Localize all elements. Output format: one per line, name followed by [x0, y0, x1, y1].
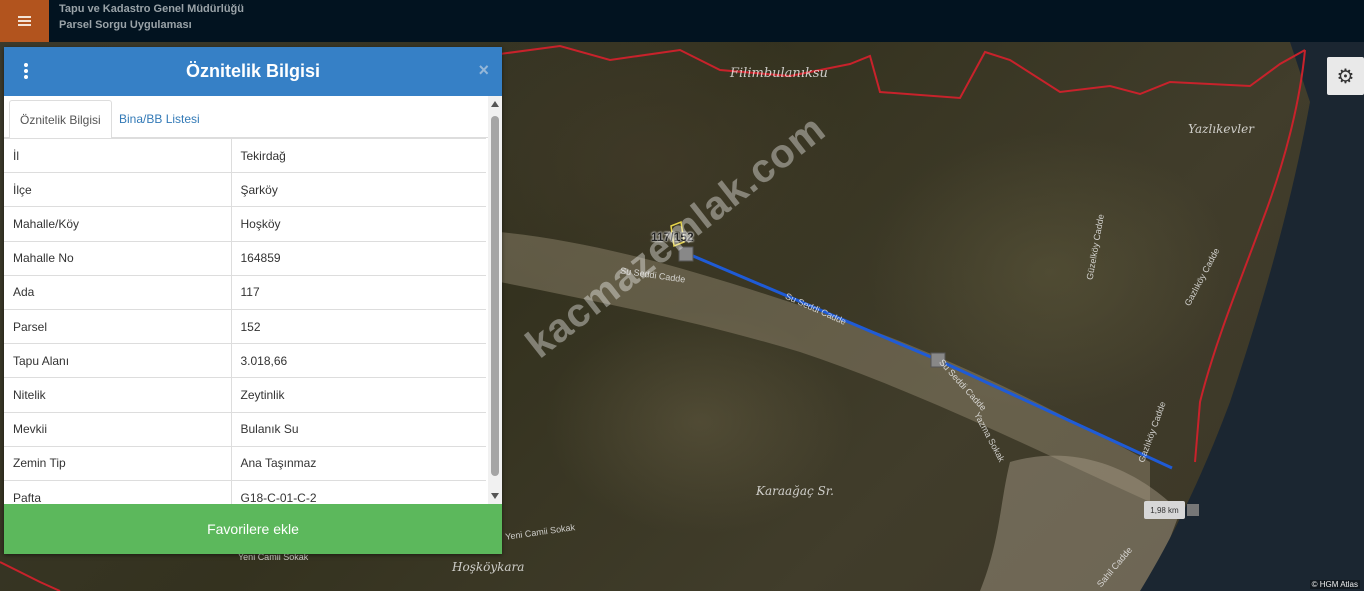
table-row: Pafta G18-C-01-C-2: [4, 479, 486, 504]
attribute-value: Bulanık Su: [231, 411, 486, 447]
place-label: Karaağaç Sr.: [756, 484, 834, 498]
table-row: Tapu Alanı 3.018,66: [4, 343, 486, 378]
attribute-key: Ada: [4, 274, 232, 310]
top-bar: Tapu ve Kadastro Genel Müdürlüğü Parsel …: [0, 0, 1364, 42]
attribute-key: Zemin Tip: [4, 445, 232, 481]
kebab-icon[interactable]: [24, 63, 28, 79]
district-boundary: [499, 44, 1306, 100]
attribute-key: Mahalle/Köy: [4, 206, 232, 242]
attribute-key: Parsel: [4, 308, 232, 344]
scroll-down-arrow-icon[interactable]: [491, 493, 499, 499]
attribute-value: 152: [231, 308, 486, 344]
table-row: Ada 117: [4, 274, 486, 310]
app-title: Tapu ve Kadastro Genel Müdürlüğü Parsel …: [59, 1, 244, 33]
panel-scrollbar[interactable]: [488, 96, 502, 504]
attribute-value: Zeytinlik: [231, 377, 486, 412]
tab-building-list[interactable]: Bina/BB Listesi: [109, 100, 210, 138]
attribute-key: Nitelik: [4, 377, 232, 412]
panel-body: Öznitelik Bilgisi Bina/BB Listesi İl Teki…: [4, 96, 502, 504]
map-attribution: © HGM Atlas: [1309, 580, 1360, 589]
settings-button[interactable]: ⚙: [1327, 57, 1364, 95]
add-to-favorites-button[interactable]: Favorilere ekle: [4, 504, 502, 554]
hamburger-icon: [18, 20, 31, 22]
attribute-value: Tekirdağ: [231, 137, 486, 173]
attribute-key: İlçe: [4, 172, 232, 207]
place-label: Hoşköykara: [452, 560, 525, 574]
tab-attribute-info[interactable]: Öznitelik Bilgisi: [9, 100, 112, 139]
org-name: Tapu ve Kadastro Genel Müdürlüğü: [59, 3, 244, 15]
table-row: Mevkii Bulanık Su: [4, 411, 486, 447]
close-icon[interactable]: ×: [478, 60, 489, 81]
attribute-value: Şarköy: [231, 172, 486, 207]
scroll-thumb[interactable]: [491, 116, 499, 476]
attribute-value: 164859: [231, 240, 486, 276]
measure-distance-label: 1,98 km: [1144, 501, 1199, 519]
attribute-key: İl: [4, 137, 232, 173]
attribute-key: Tapu Alanı: [4, 343, 232, 378]
attribute-value: 3.018,66: [231, 343, 486, 378]
table-row: İlçe Şarköy: [4, 172, 486, 207]
panel-header: Öznitelik Bilgisi ×: [4, 47, 502, 96]
table-row: Mahalle No 164859: [4, 240, 486, 276]
table-row: Nitelik Zeytinlik: [4, 377, 486, 412]
hamburger-menu-button[interactable]: [0, 0, 49, 42]
attribute-key: Pafta: [4, 479, 232, 504]
table-row: İl Tekirdağ: [4, 137, 486, 173]
table-row: Parsel 152: [4, 308, 486, 344]
panel-title: Öznitelik Bilgisi: [185, 61, 321, 81]
attribute-panel: Öznitelik Bilgisi × Öznitelik Bilgisi Bi…: [4, 47, 502, 554]
attribute-key: Mevkii: [4, 411, 232, 447]
attribute-value: Hoşköy: [231, 206, 486, 242]
attribute-value: G18-C-01-C-2: [231, 479, 486, 504]
place-label: Filimbulanıksu: [730, 66, 828, 81]
attribute-table: İl Tekirdağ İlçe Şarköy Mahalle/Köy Hoşköy …: [4, 137, 486, 504]
attribute-key: Mahalle No: [4, 240, 232, 276]
scroll-up-arrow-icon[interactable]: [491, 101, 499, 107]
attribute-value: Ana Taşınmaz: [231, 445, 486, 481]
table-row: Mahalle/Köy Hoşköy: [4, 206, 486, 242]
district-boundary-sw: [0, 561, 61, 591]
gear-icon: ⚙: [1336, 65, 1355, 88]
app-name: Parsel Sorgu Uygulaması: [59, 19, 192, 31]
table-row: Zemin Tip Ana Taşınmaz: [4, 445, 486, 481]
attribute-value: 117: [231, 274, 486, 310]
place-label: Yazlıkevler: [1188, 122, 1254, 136]
panel-tabs: Öznitelik Bilgisi Bina/BB Listesi: [4, 96, 502, 139]
